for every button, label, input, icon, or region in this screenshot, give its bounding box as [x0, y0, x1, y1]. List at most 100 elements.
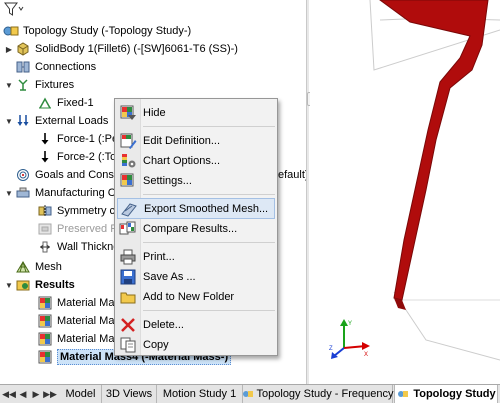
collapse-arrow-icon[interactable]: ▼ [4, 112, 14, 130]
tab-label: Model [65, 388, 96, 400]
menu-item-edit-definition[interactable]: Edit Definition... [117, 130, 275, 151]
svg-text:X: X [364, 352, 368, 358]
tab-nav-first-icon[interactable]: ◀◀ [2, 387, 16, 402]
collapse-arrow-icon[interactable]: ▼ [4, 276, 14, 294]
material-mass-plot-icon [36, 331, 54, 347]
menu-item-label: Print... [143, 250, 175, 263]
material-mass-plot-icon [36, 349, 54, 365]
tree-item-fixed-1[interactable]: Fixed-1 [36, 94, 94, 112]
tree-item-label-suffix: efault) [278, 169, 309, 181]
tab-label: Motion Study 1 [162, 388, 237, 400]
tree-item-solidbody[interactable]: ▶ SolidBody 1(Fillet6) (-[SW]6061-T6 (SS… [4, 40, 238, 58]
edit-definition-icon [117, 131, 139, 151]
fixtures-icon [14, 77, 32, 93]
menu-item-copy[interactable]: Copy [117, 334, 275, 355]
menu-item-print[interactable]: Print... [117, 246, 275, 267]
menu-item-label: Save As ... [143, 270, 196, 283]
menu-separator [143, 310, 275, 311]
expand-arrow-icon[interactable]: ▶ [4, 40, 14, 58]
menu-item-hide[interactable]: Hide [117, 102, 275, 123]
tree-item-mesh[interactable]: Mesh [4, 258, 62, 276]
tree-item-label: Wall Thickne [57, 241, 120, 253]
tree-item-label: Manufacturing Co [35, 187, 122, 199]
filter-icon[interactable] [4, 1, 26, 17]
tab-label: Topology Study [413, 388, 496, 400]
tree-item-material-mass[interactable]: Material Mass [36, 330, 125, 348]
menu-item-label: Compare Results... [143, 222, 238, 235]
menu-item-compare-results[interactable]: Compare Results... [117, 218, 275, 239]
tree-item-force-1[interactable]: Force-1 (:Per [36, 130, 122, 148]
menu-item-label: Edit Definition... [143, 134, 221, 147]
menu-item-add-to-new-folder[interactable]: Add to New Folder [117, 286, 275, 307]
printer-icon [117, 247, 139, 267]
tab-topology-study-frequency[interactable]: Topology Study - Frequency [242, 385, 394, 403]
fixed-geometry-icon [36, 95, 54, 111]
orientation-triad-icon: Y X Z [329, 319, 370, 359]
menu-item-chart-options[interactable]: Chart Options... [117, 150, 275, 171]
tree-item-goals-suffix: efault) [278, 166, 309, 184]
menu-separator [143, 194, 275, 195]
tree-item-manufacturing-controls[interactable]: ▼ Manufacturing Co [4, 184, 122, 202]
menu-separator [143, 126, 275, 127]
tree-item-force-2[interactable]: Force-2 (:Tot: [36, 148, 122, 166]
tree-item-label: Fixed-1 [57, 97, 94, 109]
external-loads-icon [14, 113, 32, 129]
menu-item-label: Delete... [143, 318, 184, 331]
menu-item-delete[interactable]: Delete... [117, 314, 275, 335]
collapse-arrow-icon[interactable]: ▼ [4, 184, 14, 202]
connections-icon [14, 59, 32, 75]
menu-item-label: Settings... [143, 174, 192, 187]
tree-item-label: Force-1 (:Per [57, 133, 122, 145]
svg-text:Y: Y [348, 321, 352, 327]
tab-3d-views[interactable]: 3D Views [102, 385, 157, 403]
settings-icon [117, 171, 139, 191]
collapse-arrow-icon[interactable]: ▼ [4, 76, 14, 94]
tab-nav-next-icon[interactable]: ▶ [30, 387, 42, 402]
menu-item-label: Copy [143, 338, 169, 351]
tree-item-label: External Loads [35, 115, 109, 127]
tree-item-material-mass[interactable]: Material Mass [36, 312, 125, 330]
tab-topology-study[interactable]: Topology Study [394, 385, 498, 403]
solid-body-icon [14, 41, 32, 57]
topology-study-icon [2, 23, 20, 39]
material-mass-plot-icon [36, 313, 54, 329]
tree-item-label: Results [35, 279, 75, 291]
tree-item-wall-thickness[interactable]: Wall Thickne [36, 238, 119, 256]
tab-label: Topology Study - Frequency [256, 388, 394, 400]
tab-nav-prev-icon[interactable]: ◀ [17, 387, 29, 402]
hide-icon [117, 103, 139, 123]
tab-model[interactable]: Model [60, 385, 102, 403]
tree-item-external-loads[interactable]: ▼ External Loads [4, 112, 108, 130]
menu-item-label: Export Smoothed Mesh... [144, 202, 269, 215]
preserved-region-icon [36, 221, 54, 237]
tree-item-label: Connections [35, 61, 97, 73]
tree-item-label: Mesh [35, 261, 62, 273]
tree-item-preserved-region[interactable]: Preserved Re [36, 220, 124, 238]
part-body [379, 0, 489, 301]
tree-item-label: Topology Study (-Topology Study-) [23, 25, 192, 37]
tree-item-topology-study[interactable]: Topology Study (-Topology Study-) [2, 22, 191, 40]
topology-study-icon [396, 386, 410, 402]
tree-item-symmetry[interactable]: Symmetry co [36, 202, 121, 220]
tree-item-fixtures[interactable]: ▼ Fixtures [4, 76, 74, 94]
menu-item-save-as[interactable]: Save As ... [117, 266, 275, 287]
study-tab-bar: ◀◀ ◀ ▶ ▶▶ Model 3D Views Motion Study 1 … [0, 384, 500, 403]
tree-item-material-mass[interactable]: Material Mass [36, 294, 125, 312]
material-mass-plot-icon [36, 295, 54, 311]
delete-icon [117, 315, 139, 335]
tab-nav-last-icon[interactable]: ▶▶ [43, 387, 57, 402]
tree-item-label: Symmetry co [57, 205, 122, 217]
panel-splitter[interactable] [306, 0, 309, 384]
save-icon [117, 267, 139, 287]
tree-item-results[interactable]: ▼ Results [4, 276, 75, 294]
menu-item-label: Chart Options... [143, 154, 221, 167]
tree-item-connections[interactable]: Connections [14, 58, 96, 76]
topology-study-icon [242, 386, 254, 402]
menu-item-settings[interactable]: Settings... [117, 170, 275, 191]
menu-item-export-smoothed-mesh[interactable]: Export Smoothed Mesh... [117, 198, 275, 219]
tab-motion-study-1[interactable]: Motion Study 1 [157, 385, 243, 403]
graphics-viewport[interactable]: Y X Z [310, 0, 500, 384]
force-arrow-icon [36, 131, 54, 147]
menu-separator [143, 242, 275, 243]
tree-item-goals-constraints[interactable]: Goals and Constra [14, 166, 127, 184]
